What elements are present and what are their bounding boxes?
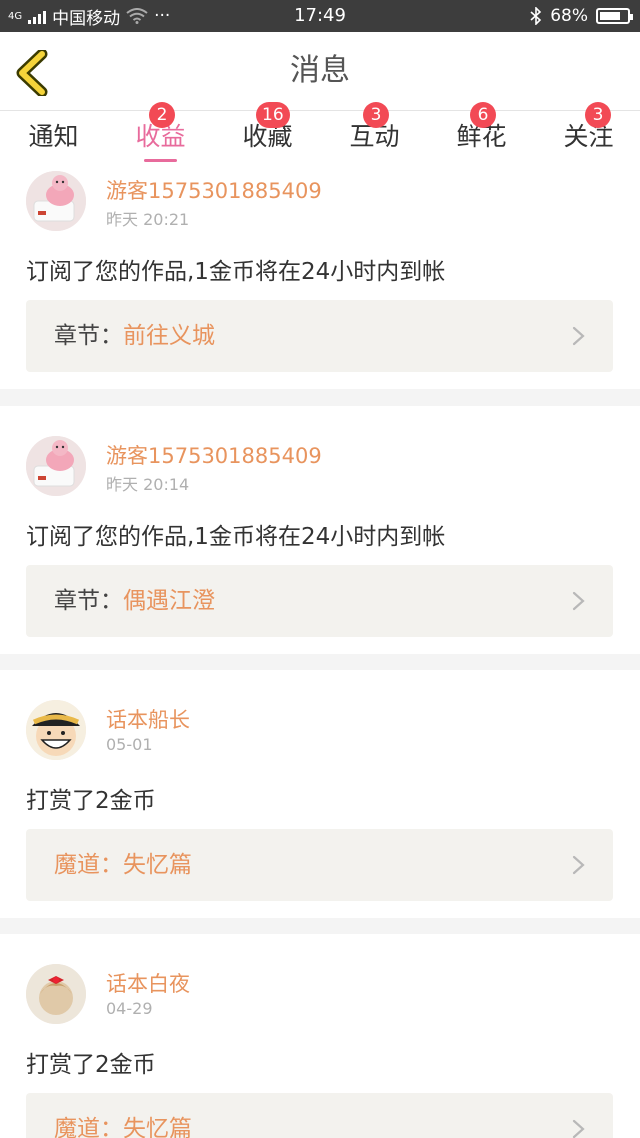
- straw-hat-avatar: [26, 700, 86, 760]
- chapter-link[interactable]: 魔道：失忆篇: [26, 829, 613, 901]
- bluetooth-icon: [530, 7, 542, 25]
- active-tab-indicator: [144, 159, 177, 162]
- chapter-text: 章节：前往义城: [54, 300, 215, 372]
- chapter-link[interactable]: 魔道：失忆篇: [26, 1093, 613, 1138]
- message-text: 打赏了2金币: [26, 788, 156, 814]
- chapter-text: 魔道：失忆篇: [54, 829, 192, 901]
- username[interactable]: 话本白夜: [106, 968, 190, 998]
- chapter-text: 章节：偶遇江澄: [54, 565, 215, 637]
- avatar[interactable]: [26, 964, 86, 1024]
- chapter-text: 魔道：失忆篇: [54, 1093, 192, 1138]
- chevron-right-icon: [572, 855, 585, 875]
- chapter-name: 偶遇江澄: [123, 588, 215, 614]
- battery-percent: 68%: [550, 6, 588, 26]
- chevron-right-icon: [572, 1119, 585, 1138]
- tab-notify[interactable]: 通知: [0, 111, 107, 169]
- chapter-label: 章节：: [54, 588, 123, 614]
- username[interactable]: 话本船长: [106, 704, 190, 734]
- message-card: 游客1575301885409 昨天 20:21 订阅了您的作品,1金币将在24小时…: [0, 169, 640, 389]
- count-badge: 3: [363, 102, 389, 128]
- chapter-label: 魔道：: [54, 1116, 123, 1138]
- message-card: 游客1575301885409 昨天 20:14 订阅了您的作品,1金币将在24小时…: [0, 406, 640, 654]
- avatar[interactable]: [26, 700, 86, 760]
- message-text: 订阅了您的作品,1金币将在24小时内到帐: [26, 259, 446, 285]
- chapter-name: 失忆篇: [123, 852, 192, 878]
- count-badge: 3: [585, 102, 611, 128]
- timestamp: 昨天 20:14: [106, 475, 190, 494]
- chapter-link[interactable]: 章节：偶遇江澄: [26, 565, 613, 637]
- avatar[interactable]: [26, 171, 86, 231]
- chapter-name: 前往义城: [123, 323, 215, 349]
- battery-level: [600, 12, 621, 20]
- piggy-scale-avatar: [26, 436, 86, 496]
- tab-earnings[interactable]: 收益 2: [107, 102, 214, 169]
- header-bar: 消息: [0, 32, 640, 111]
- status-bar: 4G 中国移动 ··· 17:49 68%: [0, 0, 640, 32]
- message-card: 话本船长 05-01 打赏了2金币 魔道：失忆篇: [0, 670, 640, 918]
- count-badge: 6: [470, 102, 496, 128]
- message-text: 订阅了您的作品,1金币将在24小时内到帐: [26, 524, 446, 550]
- timestamp: 05-01: [106, 735, 153, 754]
- count-badge: 16: [256, 102, 290, 128]
- chapter-label: 魔道：: [54, 852, 123, 878]
- chevron-right-icon: [572, 591, 585, 611]
- username[interactable]: 游客1575301885409: [106, 175, 322, 205]
- timestamp: 04-29: [106, 999, 153, 1018]
- chapter-link[interactable]: 章节：前往义城: [26, 300, 613, 372]
- page-title: 消息: [290, 53, 350, 88]
- username[interactable]: 游客1575301885409: [106, 440, 322, 470]
- chapter-name: 失忆篇: [123, 1116, 192, 1138]
- message-card: 话本白夜 04-29 打赏了2金币魔道：失忆篇: [0, 934, 640, 1138]
- avatar[interactable]: [26, 436, 86, 496]
- battery-icon: [596, 8, 633, 24]
- chevron-right-icon: [572, 326, 585, 346]
- tab-bar: 通知 收益 2 收藏 16 互动 3 鲜花 6 关注 3: [0, 102, 640, 169]
- tab-flowers[interactable]: 鲜花 6: [428, 102, 535, 169]
- piggy-scale-avatar: [26, 171, 86, 231]
- count-badge: 2: [149, 102, 175, 128]
- chapter-label: 章节：: [54, 323, 123, 349]
- timestamp: 昨天 20:21: [106, 210, 190, 229]
- tab-interaction[interactable]: 互动 3: [321, 102, 428, 169]
- tab-label: 通知: [28, 122, 79, 151]
- message-text: 打赏了2金币: [26, 1052, 156, 1078]
- girl-with-bow-avatar: [26, 964, 86, 1024]
- tab-follow[interactable]: 关注 3: [535, 102, 640, 169]
- message-list: 游客1575301885409 昨天 20:21 订阅了您的作品,1金币将在24小时…: [0, 169, 640, 1138]
- tab-favorites[interactable]: 收藏 16: [214, 102, 321, 169]
